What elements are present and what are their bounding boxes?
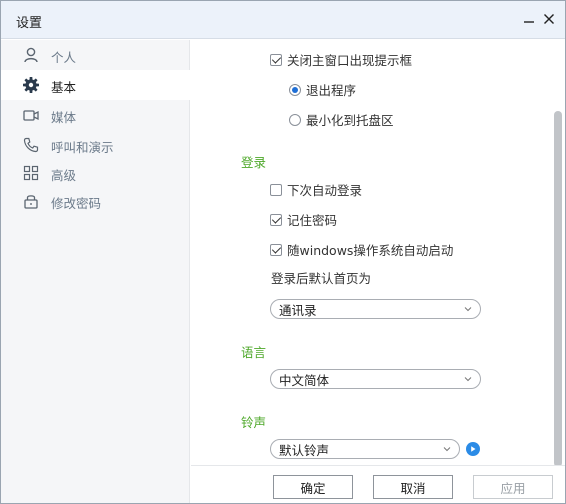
sidebar-item-label: 修改密码 [51,196,102,211]
close-prompt-label: 关闭主窗口出现提示框 [287,53,413,68]
sidebar-item-basic[interactable]: 基本 [1,70,190,100]
sidebar-item-call-present[interactable]: 呼叫和演示 [1,130,190,160]
auto-login-option[interactable]: 下次自动登录 [270,180,362,199]
close-prompt-option[interactable]: 关闭主窗口出现提示框 [270,50,412,69]
play-icon [471,446,476,452]
language-value: 中文简体 [279,372,330,388]
default-home-value: 通讯录 [279,302,317,318]
chevron-down-icon [464,377,472,382]
minimize-tray-option[interactable]: 最小化到托盘区 [289,110,394,129]
ok-button[interactable]: 确定 [273,475,353,499]
chevron-down-icon [464,307,472,312]
window-title: 设置 [16,16,43,31]
lock-icon [24,195,38,209]
chevron-down-icon [443,447,451,452]
auto-login-checkbox[interactable] [270,183,282,196]
sidebar-item-label: 高级 [51,168,77,183]
auto-start-label: 随windows操作系统自动启动 [287,243,454,258]
default-home-label: 登录后默认首页为 [271,271,372,286]
auto-login-label: 下次自动登录 [287,183,363,198]
exit-program-label: 退出程序 [306,83,357,98]
sidebar-item-label: 基本 [51,80,77,95]
sidebar-item-personal[interactable]: 个人 [1,40,190,70]
close-button[interactable] [540,10,558,28]
minimize-tray-radio[interactable] [289,113,301,126]
cancel-button[interactable]: 取消 [373,475,453,499]
settings-window: 设置 个人 基本 媒体 呼叫和演示 高级 修改密码 关闭主窗口出现提示框 退出程… [0,0,566,504]
title-bar: 设置 [1,1,565,39]
ringtone-section-title: 铃声 [241,415,267,430]
auto-start-checkbox[interactable] [270,243,282,256]
minimize-icon [524,21,534,23]
apply-button[interactable]: 应用 [473,475,553,499]
ringtone-value: 默认铃声 [279,442,330,458]
content-scrollbar[interactable] [554,111,562,467]
phone-icon [23,137,39,153]
remember-password-option[interactable]: 记住密码 [270,210,337,229]
settings-content: 关闭主窗口出现提示框 退出程序 最小化到托盘区 登录 下次自动登录 记住密码 随… [191,40,565,464]
camera-icon [23,110,39,121]
play-ringtone-button[interactable] [466,442,480,456]
person-icon [24,47,38,63]
grid-icon [23,165,39,181]
settings-sidebar: 个人 基本 媒体 呼叫和演示 高级 修改密码 [1,40,190,503]
minimize-tray-label: 最小化到托盘区 [306,113,394,128]
sidebar-item-label: 呼叫和演示 [51,140,114,155]
remember-password-label: 记住密码 [287,213,338,228]
auto-start-option[interactable]: 随windows操作系统自动启动 [270,240,453,259]
exit-program-option[interactable]: 退出程序 [289,80,356,99]
dialog-footer: 确定 取消 应用 [191,465,565,503]
gear-icon [23,77,39,93]
default-home-select[interactable]: 通讯录 [270,299,481,319]
sidebar-item-label: 个人 [51,50,77,65]
language-section-title: 语言 [241,345,267,360]
language-select[interactable]: 中文简体 [270,369,481,389]
sidebar-item-media[interactable]: 媒体 [1,100,190,130]
minimize-button[interactable] [520,10,538,28]
sidebar-item-advanced[interactable]: 高级 [1,158,190,188]
sidebar-item-label: 媒体 [51,110,77,125]
ringtone-select[interactable]: 默认铃声 [270,439,460,459]
close-prompt-checkbox[interactable] [270,53,282,66]
exit-program-radio[interactable] [289,83,301,96]
close-icon [544,14,554,24]
remember-password-checkbox[interactable] [270,213,282,226]
sidebar-item-change-password[interactable]: 修改密码 [1,186,190,216]
login-section-title: 登录 [241,155,267,170]
